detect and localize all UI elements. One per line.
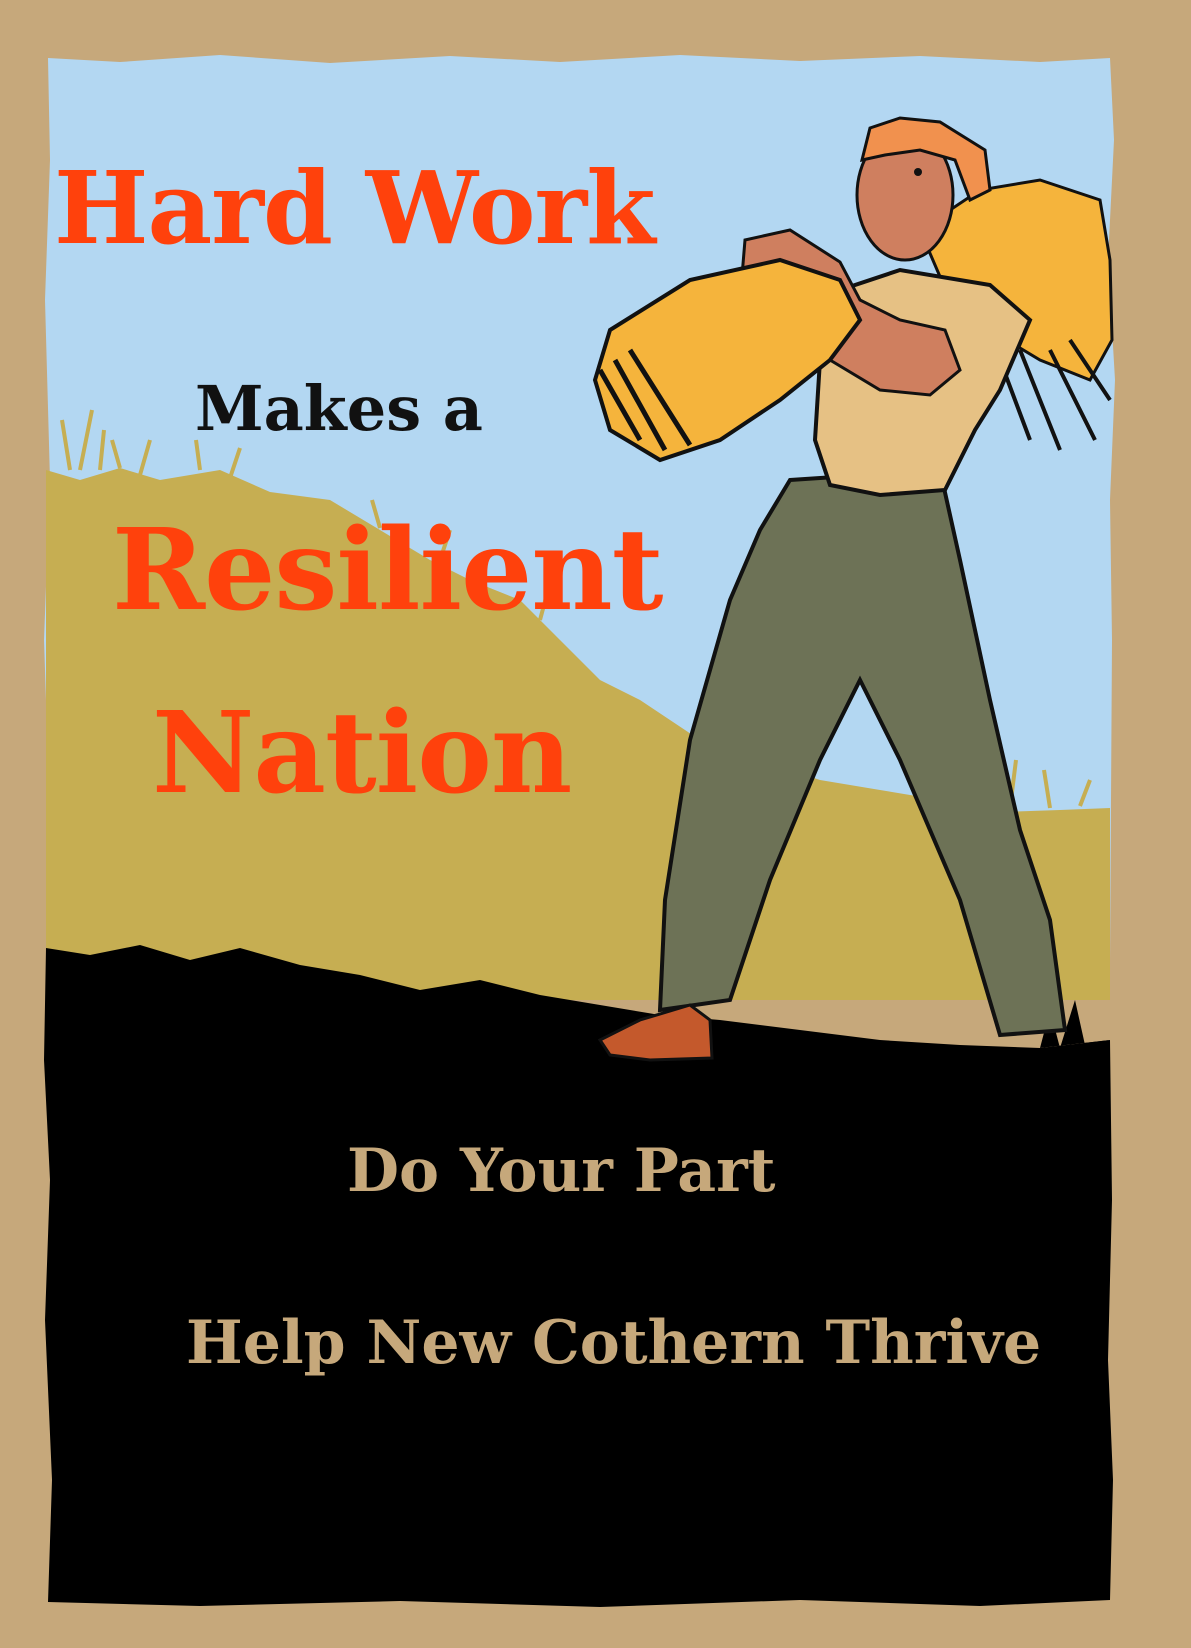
headline-line-3: Resilient xyxy=(112,505,663,636)
headline-line-4: Nation xyxy=(152,688,572,819)
headline-line-2: Makes a xyxy=(195,372,483,445)
headline-line-1: Hard Work xyxy=(54,149,656,267)
tagline-line-2: Help New Cothern Thrive xyxy=(186,1308,1042,1378)
tagline-line-1: Do Your Part xyxy=(347,1136,776,1206)
eye xyxy=(914,168,922,176)
